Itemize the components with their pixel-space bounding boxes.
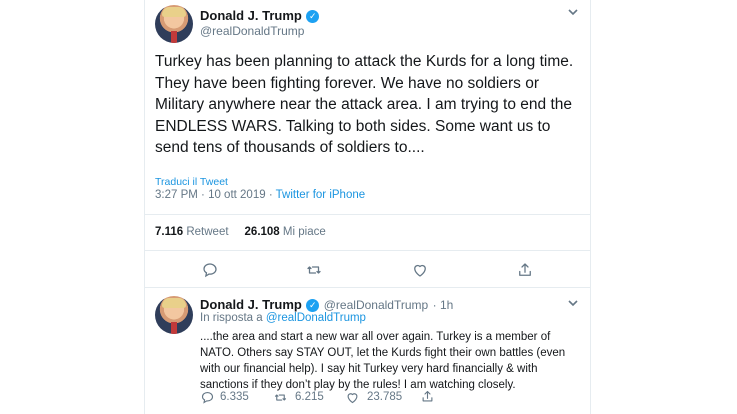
reply-count: 6.335 xyxy=(220,391,249,403)
divider xyxy=(145,250,590,251)
retweet-count: 6.215 xyxy=(295,391,324,403)
translate-tweet-link[interactable]: Traduci il Tweet xyxy=(155,176,228,188)
tweet-time[interactable]: 3:27 PM xyxy=(155,189,198,201)
share-icon[interactable] xyxy=(420,389,435,404)
retweet-icon[interactable] xyxy=(273,390,288,405)
like-icon[interactable] xyxy=(345,390,360,405)
like-icon[interactable] xyxy=(411,261,429,279)
in-reply-to: In risposta a @realDonaldTrump xyxy=(200,312,366,324)
tweet-stats: 7.116 Retweet 26.108 Mi piace xyxy=(155,226,326,238)
chevron-down-icon[interactable] xyxy=(567,297,579,312)
author-handle[interactable]: @realDonaldTrump xyxy=(200,24,304,38)
reply-to-handle-link[interactable]: @realDonaldTrump xyxy=(266,312,366,324)
divider xyxy=(145,214,590,215)
tweet-meta: 3:27 PM · 10 ott 2019 · Twitter for iPho… xyxy=(155,189,366,201)
reply-tweet-text: ....the area and start a new war all ove… xyxy=(200,331,566,391)
reply-icon[interactable] xyxy=(200,390,215,405)
reply-author-avatar[interactable] xyxy=(155,296,193,334)
reply-icon[interactable] xyxy=(201,261,219,279)
tweet-thread-card: Donald J. Trump ✓ @realDonaldTrump Turke… xyxy=(144,0,591,414)
verified-badge-icon: ✓ xyxy=(306,299,320,312)
share-icon[interactable] xyxy=(516,261,534,279)
author-name-row[interactable]: Donald J. Trump ✓ xyxy=(200,7,320,25)
like-count: 23.785 xyxy=(367,391,403,403)
tweet-source[interactable]: Twitter for iPhone xyxy=(276,189,365,201)
reply-author-handle[interactable]: @realDonaldTrump xyxy=(324,298,428,312)
author-avatar[interactable] xyxy=(155,5,193,43)
author-name[interactable]: Donald J. Trump xyxy=(200,8,302,23)
reply-age[interactable]: 1h xyxy=(440,298,453,312)
retweets-stat[interactable]: 7.116 Retweet xyxy=(155,226,229,238)
tweet-date[interactable]: 10 ott 2019 xyxy=(208,189,266,201)
likes-stat[interactable]: 26.108 Mi piace xyxy=(245,226,326,238)
verified-badge-icon: ✓ xyxy=(306,10,320,23)
chevron-down-icon[interactable] xyxy=(567,6,579,21)
retweet-icon[interactable] xyxy=(305,261,323,279)
divider xyxy=(145,287,590,288)
tweet-text: Turkey has been planning to attack the K… xyxy=(155,53,574,156)
reply-author-name[interactable]: Donald J. Trump xyxy=(200,297,302,312)
